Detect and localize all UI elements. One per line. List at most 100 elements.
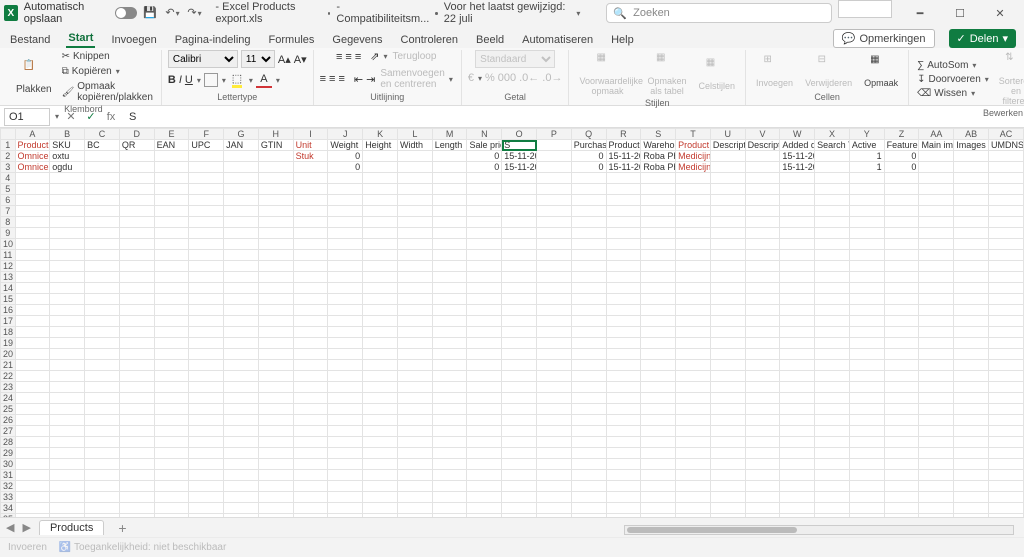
cell-Q23[interactable] (571, 382, 606, 393)
cell-R22[interactable] (606, 371, 641, 382)
cell-AC5[interactable] (988, 184, 1023, 195)
cell-Z30[interactable] (884, 459, 919, 470)
cell-Z5[interactable] (884, 184, 919, 195)
cell-O18[interactable] (502, 327, 537, 338)
cell-F15[interactable] (189, 294, 224, 305)
cell-M33[interactable] (432, 492, 467, 503)
cell-Q8[interactable] (571, 217, 606, 228)
cell-N17[interactable] (467, 316, 502, 327)
cell-I18[interactable] (293, 327, 328, 338)
toggle-off-icon[interactable] (115, 7, 137, 19)
cell-L3[interactable] (397, 162, 432, 173)
cell-R15[interactable] (606, 294, 641, 305)
row-header-13[interactable]: 13 (1, 272, 16, 283)
cell-H25[interactable] (258, 404, 293, 415)
cell-Q2[interactable]: 0 (571, 151, 606, 162)
cell-K12[interactable] (363, 261, 398, 272)
col-header-P[interactable]: P (537, 129, 572, 140)
cell-G30[interactable] (224, 459, 259, 470)
cell-H21[interactable] (258, 360, 293, 371)
cell-J19[interactable] (328, 338, 363, 349)
col-header-Y[interactable]: Y (849, 129, 884, 140)
cell-P10[interactable] (537, 239, 572, 250)
cell-V13[interactable] (745, 272, 780, 283)
cell-Z17[interactable] (884, 316, 919, 327)
cell-L25[interactable] (397, 404, 432, 415)
search-input[interactable]: 🔍 Zoeken (606, 3, 832, 23)
cell-W11[interactable] (780, 250, 815, 261)
cell-J32[interactable] (328, 481, 363, 492)
tab-controleren[interactable]: Controleren (399, 32, 460, 48)
cell-R13[interactable] (606, 272, 641, 283)
cell-AA1[interactable]: Main image (919, 140, 954, 151)
cell-L20[interactable] (397, 349, 432, 360)
cell-L7[interactable] (397, 206, 432, 217)
cell-AA33[interactable] (919, 492, 954, 503)
cell-O9[interactable] (502, 228, 537, 239)
cell-S21[interactable] (641, 360, 676, 371)
cell-I20[interactable] (293, 349, 328, 360)
cell-Z24[interactable] (884, 393, 919, 404)
cell-F28[interactable] (189, 437, 224, 448)
cell-F24[interactable] (189, 393, 224, 404)
cell-D10[interactable] (119, 239, 154, 250)
cell-I25[interactable] (293, 404, 328, 415)
horizontal-scrollbar[interactable] (624, 525, 1014, 535)
cell-T12[interactable] (676, 261, 711, 272)
cell-T24[interactable] (676, 393, 711, 404)
cell-J31[interactable] (328, 470, 363, 481)
cell-K31[interactable] (363, 470, 398, 481)
col-header-I[interactable]: I (293, 129, 328, 140)
cell-A13[interactable] (15, 272, 50, 283)
cell-AC20[interactable] (988, 349, 1023, 360)
cell-S7[interactable] (641, 206, 676, 217)
borders-button[interactable] (204, 73, 218, 87)
col-header-AA[interactable]: AA (919, 129, 954, 140)
cell-J30[interactable] (328, 459, 363, 470)
cell-A32[interactable] (15, 481, 50, 492)
cell-AC25[interactable] (988, 404, 1023, 415)
cell-M4[interactable] (432, 173, 467, 184)
cell-AB33[interactable] (954, 492, 989, 503)
italic-button[interactable]: I (179, 74, 182, 86)
cell-Y7[interactable] (849, 206, 884, 217)
cell-S22[interactable] (641, 371, 676, 382)
col-header-AB[interactable]: AB (954, 129, 989, 140)
cell-O30[interactable] (502, 459, 537, 470)
align-right-icon[interactable]: ≡ (338, 73, 344, 85)
cell-M12[interactable] (432, 261, 467, 272)
cell-F9[interactable] (189, 228, 224, 239)
cell-K2[interactable] (363, 151, 398, 162)
col-header-B[interactable]: B (50, 129, 85, 140)
cell-Z7[interactable] (884, 206, 919, 217)
cell-P23[interactable] (537, 382, 572, 393)
cell-L11[interactable] (397, 250, 432, 261)
cell-H17[interactable] (258, 316, 293, 327)
insert-cells-button[interactable]: ⊞Invoegen (752, 52, 797, 90)
cell-P20[interactable] (537, 349, 572, 360)
cell-O14[interactable] (502, 283, 537, 294)
cell-AA2[interactable] (919, 151, 954, 162)
cell-O13[interactable] (502, 272, 537, 283)
cell-I21[interactable] (293, 360, 328, 371)
cell-A11[interactable] (15, 250, 50, 261)
cell-K14[interactable] (363, 283, 398, 294)
row-header-30[interactable]: 30 (1, 459, 16, 470)
cell-T22[interactable] (676, 371, 711, 382)
cell-L30[interactable] (397, 459, 432, 470)
cell-K4[interactable] (363, 173, 398, 184)
cell-Z33[interactable] (884, 492, 919, 503)
cell-A17[interactable] (15, 316, 50, 327)
cell-K21[interactable] (363, 360, 398, 371)
cell-AB22[interactable] (954, 371, 989, 382)
cell-AC23[interactable] (988, 382, 1023, 393)
cell-L26[interactable] (397, 415, 432, 426)
cell-L22[interactable] (397, 371, 432, 382)
sheet-tab-products[interactable]: Products (39, 520, 104, 535)
cell-W25[interactable] (780, 404, 815, 415)
cell-M26[interactable] (432, 415, 467, 426)
cell-C26[interactable] (85, 415, 120, 426)
cell-Y1[interactable]: Active (849, 140, 884, 151)
cell-S28[interactable] (641, 437, 676, 448)
cell-E12[interactable] (154, 261, 189, 272)
